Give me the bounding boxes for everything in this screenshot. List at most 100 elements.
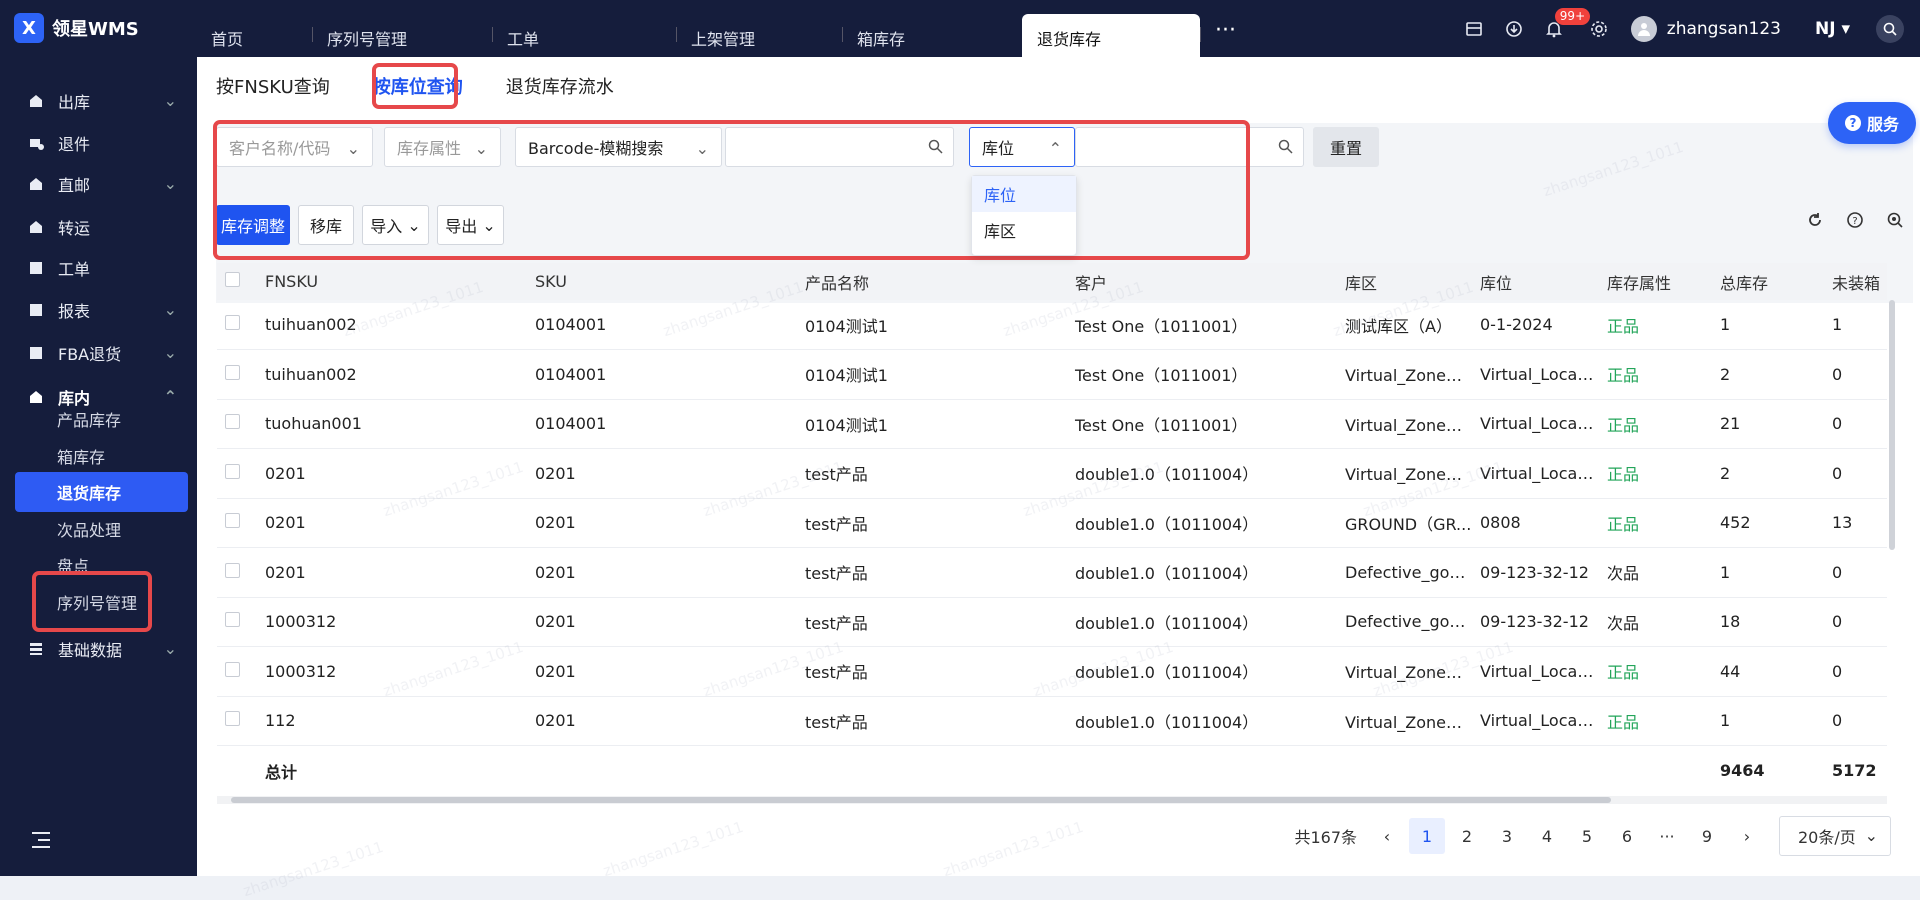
table-cell: test产品: [797, 448, 1067, 499]
top-tab-home[interactable]: 首页: [196, 14, 312, 57]
page-button[interactable]: ···: [1649, 818, 1685, 854]
table-row[interactable]: 0201 0201 test产品 double1.0（1011004） Defectiv…: [217, 547, 1887, 598]
row-checkbox[interactable]: [217, 498, 257, 548]
transfer-icon: [28, 217, 48, 237]
row-checkbox[interactable]: [217, 597, 257, 647]
chevron-down-icon: ⌄: [163, 343, 177, 362]
help-icon[interactable]: ?: [1846, 211, 1868, 233]
table-row[interactable]: tuohuan001 0104001 0104测试1 Test One（1011001…: [217, 399, 1887, 449]
tab-by-fnsku[interactable]: 按FNSKU查询: [216, 73, 330, 99]
page-size-select[interactable]: 20条/页 ⌄: [1779, 816, 1891, 856]
top-tab-putaway[interactable]: 上架管理: [676, 14, 842, 57]
row-checkbox[interactable]: [217, 349, 257, 400]
column-header[interactable]: SKU: [527, 263, 797, 300]
table-row[interactable]: 112 0201 test产品 double1.0（1011004） Virtual_Z…: [217, 696, 1887, 746]
row-checkbox[interactable]: [217, 399, 257, 449]
dropdown-option-location[interactable]: 库位: [972, 176, 1076, 212]
table-cell: 0: [1824, 399, 1887, 449]
select-all-checkbox[interactable]: [217, 263, 257, 300]
empty-cell: [527, 746, 797, 796]
top-tab-serial[interactable]: 序列号管理: [312, 14, 492, 57]
table-row[interactable]: 0201 0201 test产品 double1.0（1011004） Virtual_…: [217, 448, 1887, 499]
company-code: NJ: [1814, 18, 1836, 39]
row-checkbox[interactable]: [217, 646, 257, 697]
download-icon[interactable]: [1503, 18, 1525, 40]
service-button[interactable]: ? 服务: [1828, 102, 1916, 144]
sidebar-item-work-order[interactable]: 工单: [0, 248, 197, 288]
table-row[interactable]: tuihuan002 0104001 0104测试1 Test One（1011001…: [217, 349, 1887, 400]
page-button[interactable]: 2: [1449, 818, 1485, 854]
vertical-scrollbar[interactable]: [1889, 300, 1895, 550]
company-switcher[interactable]: NJ ▾: [1815, 19, 1850, 39]
table-row[interactable]: 1000312 0201 test产品 double1.0（1011004） Virtu…: [217, 646, 1887, 697]
table-cell: 0201: [257, 547, 527, 598]
table-cell: 44: [1712, 646, 1824, 697]
sidebar-item-fba-return[interactable]: FBA退货 ⌄: [0, 333, 197, 373]
column-header[interactable]: 库区: [1337, 263, 1472, 300]
column-header[interactable]: 未装箱: [1824, 263, 1887, 300]
page-button[interactable]: 9: [1689, 818, 1725, 854]
sidebar-item-outbound[interactable]: 出库 ⌄: [0, 81, 197, 121]
table-row[interactable]: tuihuan002 0104001 0104测试1 Test One（1011001…: [217, 300, 1887, 350]
next-page-icon[interactable]: ›: [1729, 818, 1765, 854]
store-icon[interactable]: [1463, 18, 1485, 40]
column-header[interactable]: 库位: [1472, 263, 1599, 300]
app-logo[interactable]: X 领星WMS: [14, 13, 164, 43]
bell-icon[interactable]: 99+: [1543, 7, 1591, 40]
column-header[interactable]: 产品名称: [797, 263, 1067, 300]
sidebar-sub-return-stock[interactable]: 退货库存: [15, 472, 188, 512]
settings-icon[interactable]: [1588, 18, 1610, 40]
top-tab-box-stock[interactable]: 箱库存: [842, 14, 1022, 57]
more-tabs-button[interactable]: ···: [1200, 14, 1242, 57]
table-cell: 正品: [1599, 448, 1712, 499]
table-cell: 0104测试1: [797, 399, 1067, 449]
row-checkbox[interactable]: [217, 300, 257, 350]
page-button[interactable]: 4: [1529, 818, 1565, 854]
table-cell: 0201: [527, 597, 797, 647]
top-tab-work-order[interactable]: 工单: [492, 14, 676, 57]
sidebar-item-report[interactable]: 报表 ⌄: [0, 290, 197, 330]
horizontal-scrollbar[interactable]: [217, 796, 1887, 804]
row-checkbox[interactable]: [217, 696, 257, 746]
sidebar-item-base-data[interactable]: 基础数据 ⌄: [0, 629, 197, 669]
table-cell: 正品: [1599, 300, 1712, 350]
top-bar: X 领星WMS 首页 序列号管理 工单 上架管理 箱库存 退货库存 ··· 99…: [0, 0, 1920, 57]
column-header[interactable]: 总库存: [1712, 263, 1824, 300]
tab-return-flow[interactable]: 退货库存流水: [506, 73, 614, 99]
table-cell: 1000312: [257, 646, 527, 697]
scroll-thumb[interactable]: [231, 797, 1611, 803]
page-button[interactable]: 5: [1569, 818, 1605, 854]
base-data-icon: [28, 639, 48, 659]
collapse-sidebar-icon[interactable]: [30, 830, 56, 856]
column-header[interactable]: 库存属性: [1599, 263, 1712, 300]
refresh-icon[interactable]: [1806, 211, 1828, 233]
username[interactable]: zhangsan123: [1667, 19, 1781, 39]
sidebar-sub-defective[interactable]: 次品处理: [15, 509, 188, 549]
global-search-icon[interactable]: [1876, 14, 1904, 43]
page-button[interactable]: 1: [1409, 818, 1445, 854]
sidebar-item-transfer[interactable]: 转运: [0, 207, 197, 247]
row-checkbox[interactable]: [217, 547, 257, 598]
sidebar-item-direct-mail[interactable]: 直邮 ⌄: [0, 164, 197, 204]
reset-button[interactable]: 重置: [1313, 127, 1379, 167]
dropdown-option-zone[interactable]: 库区: [972, 212, 1076, 248]
page-button[interactable]: 3: [1489, 818, 1525, 854]
logo-mark-icon: X: [14, 13, 44, 43]
table-cell: 次品: [1599, 597, 1712, 647]
page-button[interactable]: 6: [1609, 818, 1645, 854]
sidebar-item-label: 出库: [58, 93, 91, 112]
avatar[interactable]: [1630, 15, 1657, 42]
table-row[interactable]: 1000312 0201 test产品 double1.0（1011004） Defec…: [217, 597, 1887, 647]
sidebar-sub-box-stock[interactable]: 箱库存: [15, 436, 188, 476]
sidebar-item-label: 转运: [58, 219, 91, 238]
column-header[interactable]: FNSKU: [257, 263, 527, 300]
table-row[interactable]: 0201 0201 test产品 double1.0（1011004） GROUND（G…: [217, 498, 1887, 548]
column-header[interactable]: 客户: [1067, 263, 1337, 300]
row-checkbox[interactable]: [217, 448, 257, 499]
sidebar-sub-product-stock[interactable]: 产品库存: [15, 399, 188, 439]
column-settings-icon[interactable]: [1886, 211, 1908, 233]
prev-page-icon[interactable]: ‹: [1369, 818, 1405, 854]
sidebar-item-label: 直邮: [58, 176, 91, 195]
top-tab-return-stock[interactable]: 退货库存: [1022, 14, 1200, 57]
sidebar-item-return[interactable]: 退件: [0, 123, 197, 163]
